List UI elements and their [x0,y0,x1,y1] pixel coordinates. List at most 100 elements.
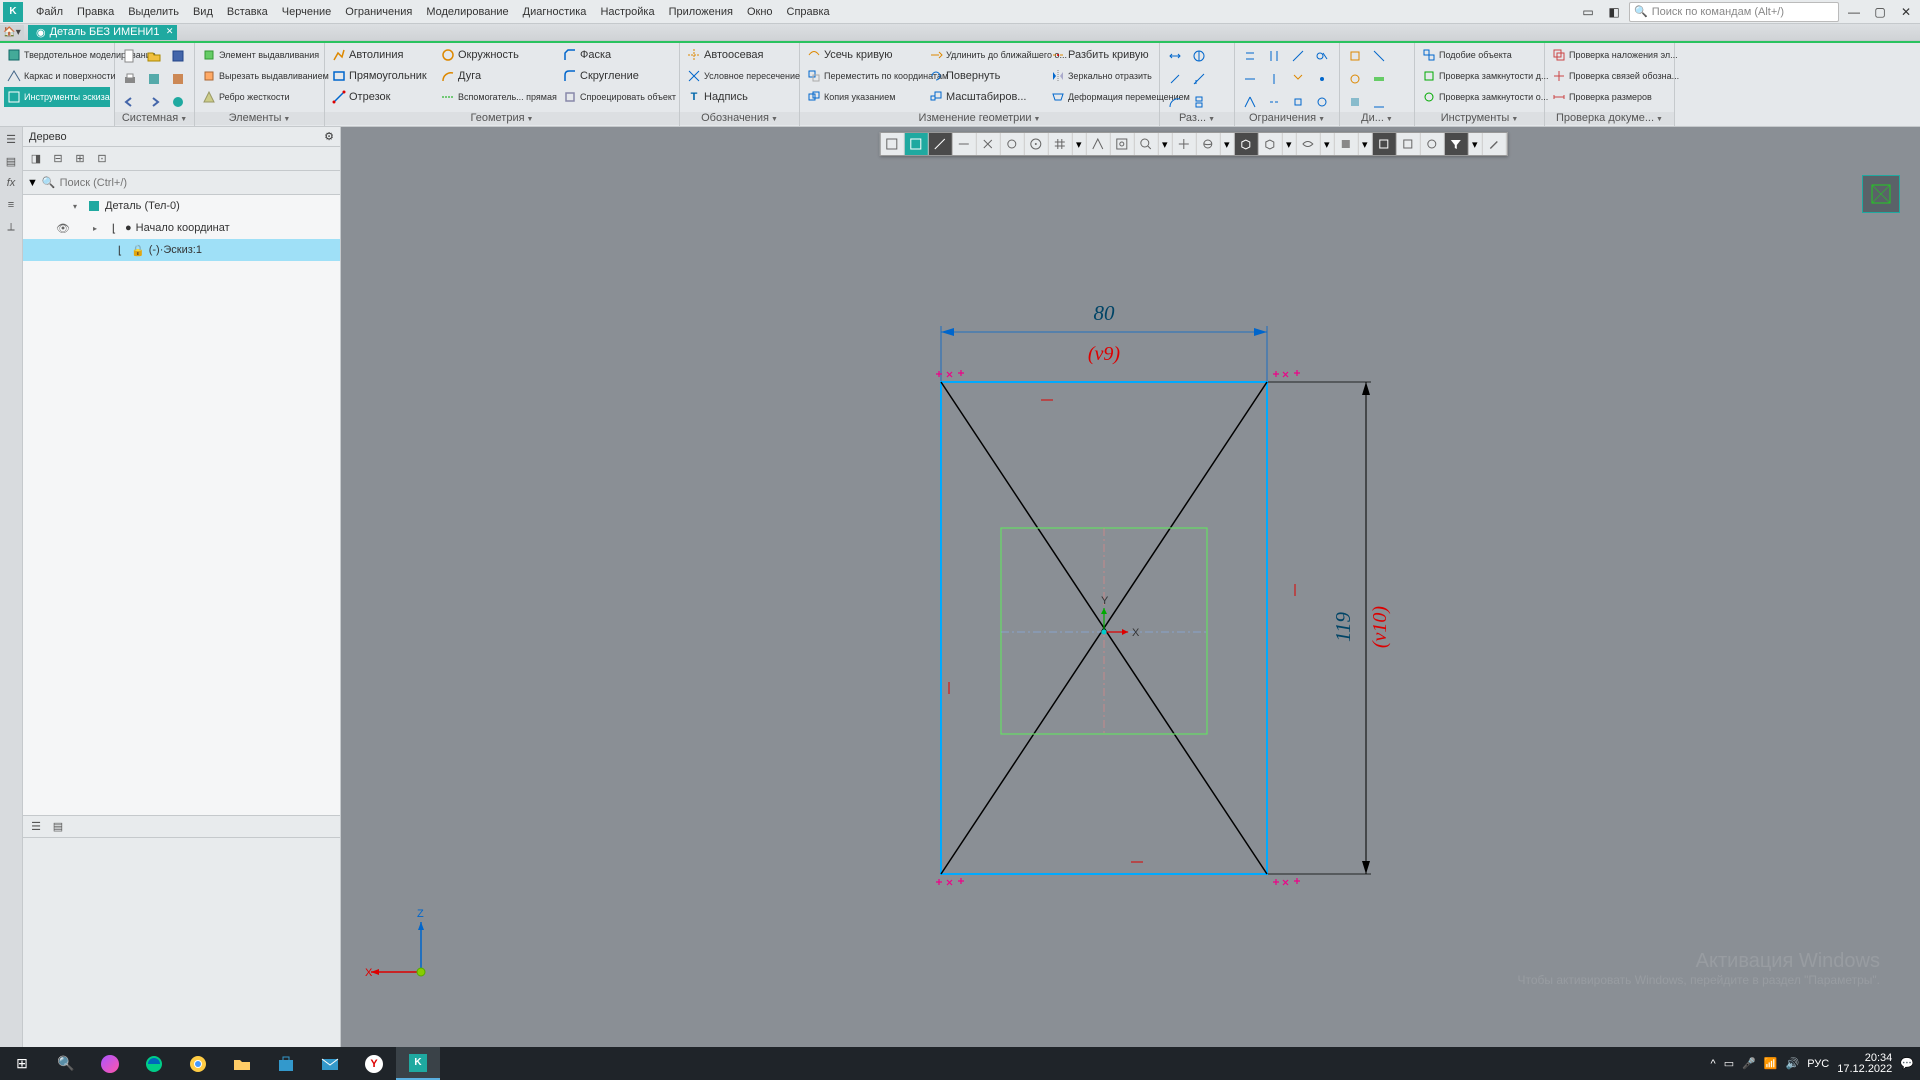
auxline-button[interactable]: Вспомогатель... прямая [438,87,558,107]
doc-tab[interactable]: ◉ Деталь БЕЗ ИМЕНИ1 ✕ [28,25,177,40]
rotate-button[interactable]: Повернуть [926,66,1046,86]
di-6[interactable] [1368,92,1390,112]
minimize-button[interactable]: — [1843,3,1865,21]
vtb-1[interactable] [880,133,904,155]
vtb-cube2[interactable] [1258,133,1282,155]
tree-search-input[interactable] [60,177,336,189]
vtb-3[interactable] [928,133,952,155]
vtb-eye[interactable] [1296,133,1320,155]
vtb-5[interactable] [976,133,1000,155]
mirror-button[interactable]: Зеркально отразить [1048,66,1163,86]
xy-plane-indicator[interactable] [1862,175,1900,213]
task-edge[interactable] [132,1047,176,1080]
tree-tb-1[interactable]: ◨ [27,150,45,168]
vtb-pan[interactable] [1172,133,1196,155]
vtb-grid[interactable] [1048,133,1072,155]
side-list-icon[interactable]: ≡ [3,197,19,213]
overlap-check-button[interactable]: Проверка наложения эл... [1549,45,1670,65]
text-button[interactable]: TНадпись [684,87,795,107]
task-explorer[interactable] [220,1047,264,1080]
home-tab[interactable]: 🏠▾ [0,25,24,40]
split-button[interactable]: Разбить кривую [1048,45,1163,65]
tree-settings-icon[interactable]: ⚙ [324,130,334,143]
vtb-mag[interactable] [1134,133,1158,155]
raz-2[interactable] [1188,46,1210,66]
menu-drawing[interactable]: Черчение [275,3,339,21]
vtb-orbit[interactable] [1196,133,1220,155]
tray-lang[interactable]: РУС [1807,1058,1829,1070]
menu-settings[interactable]: Настройка [593,3,661,21]
task-alisa[interactable] [88,1047,132,1080]
tb-bottom-2[interactable]: ▤ [49,818,67,836]
fillet-button[interactable]: Скругление [560,66,675,86]
autoline-button[interactable]: Автолиния [329,45,436,65]
c-12[interactable] [1311,92,1333,112]
command-search[interactable]: 🔍 Поиск по командам (Alt+/) [1629,2,1839,22]
vtb-d2[interactable] [1396,133,1420,155]
vtb-cube-dd[interactable]: ▾ [1282,133,1296,155]
scale-button[interactable]: Масштабиров... [926,87,1046,107]
sys-icon-2[interactable] [143,69,165,89]
vtb-mag-dd[interactable]: ▾ [1158,133,1172,155]
trim-button[interactable]: Усечь кривую [804,45,924,65]
tree-row-origin[interactable]: 👁 ▸ ⌊ ● Начало координат [23,217,340,239]
rectangle-button[interactable]: Прямоугольник [329,66,436,86]
di-1[interactable] [1344,46,1366,66]
vtb-orbit-dd[interactable]: ▾ [1220,133,1234,155]
raz-4[interactable] [1188,69,1210,89]
side-plus-icon[interactable]: ☰ [3,131,19,147]
deform-button[interactable]: Деформация перемещением [1048,87,1163,107]
annot-check-button[interactable]: Проверка связей обозна... [1549,66,1670,86]
new-icon[interactable] [119,46,141,66]
mode-wire[interactable]: Каркас и поверхности [4,66,110,86]
tray-vol-icon[interactable]: 🔊 [1786,1057,1800,1070]
task-kompas[interactable]: K [396,1047,440,1080]
raz-6[interactable] [1188,92,1210,112]
vtb-zoomfit[interactable] [1110,133,1134,155]
di-2[interactable] [1368,46,1390,66]
raz-5[interactable] [1164,92,1186,112]
di-5[interactable] [1344,92,1366,112]
c-9[interactable] [1239,92,1261,112]
copy-button[interactable]: Копия указанием [804,87,924,107]
filter-icon[interactable]: ▼ [27,177,38,189]
tray-notify-icon[interactable]: 💬 [1900,1057,1914,1070]
side-dim-icon[interactable]: ⟂ [3,219,19,235]
vtb-zoom[interactable] [1086,133,1110,155]
tray-battery-icon[interactable]: ▭ [1724,1057,1734,1070]
task-chrome[interactable] [176,1047,220,1080]
intersect-button[interactable]: Условное пересечение [684,66,795,86]
vtb-filter-dd[interactable]: ▾ [1468,133,1482,155]
arc-button[interactable]: Дуга [438,66,558,86]
tray-mic-icon[interactable]: 🎤 [1742,1057,1756,1070]
tray-clock[interactable]: 20:34 17.12.2022 [1837,1053,1892,1075]
c-1[interactable] [1239,46,1261,66]
tray-up-icon[interactable]: ^ [1711,1058,1716,1070]
menu-edit[interactable]: Правка [70,3,121,21]
similar-button[interactable]: Подобие объекта [1419,45,1540,65]
raz-1[interactable] [1164,46,1186,66]
tree-row-part[interactable]: ▾ Деталь (Тел-0) [23,195,340,217]
layout-icon-1[interactable]: ▭ [1577,3,1599,21]
vtb-eye-dd[interactable]: ▾ [1320,133,1334,155]
menu-window[interactable]: Окно [740,3,780,21]
menu-insert[interactable]: Вставка [220,3,275,21]
c-10[interactable] [1263,92,1285,112]
menu-view[interactable]: Вид [186,3,220,21]
vtb-d1[interactable] [1372,133,1396,155]
menu-help[interactable]: Справка [780,3,837,21]
close-button[interactable]: ✕ [1895,3,1917,21]
menu-modeling[interactable]: Моделирование [419,3,515,21]
segment-button[interactable]: Отрезок [329,87,436,107]
save-icon[interactable] [167,46,189,66]
menu-file[interactable]: Файл [29,3,70,21]
mode-sketch[interactable]: Инструменты эскиза [4,87,110,107]
autoaxis-button[interactable]: Автоосевая [684,45,795,65]
chamfer-button[interactable]: Фаска [560,45,675,65]
cut-extrude-button[interactable]: Вырезать выдавливанием [199,66,320,86]
tree-tb-4[interactable]: ⊡ [93,150,111,168]
rib-button[interactable]: Ребро жесткости [199,87,320,107]
side-fx-icon[interactable]: fx [3,175,19,191]
task-yandex[interactable]: Y [352,1047,396,1080]
tree-tb-2[interactable]: ⊟ [49,150,67,168]
